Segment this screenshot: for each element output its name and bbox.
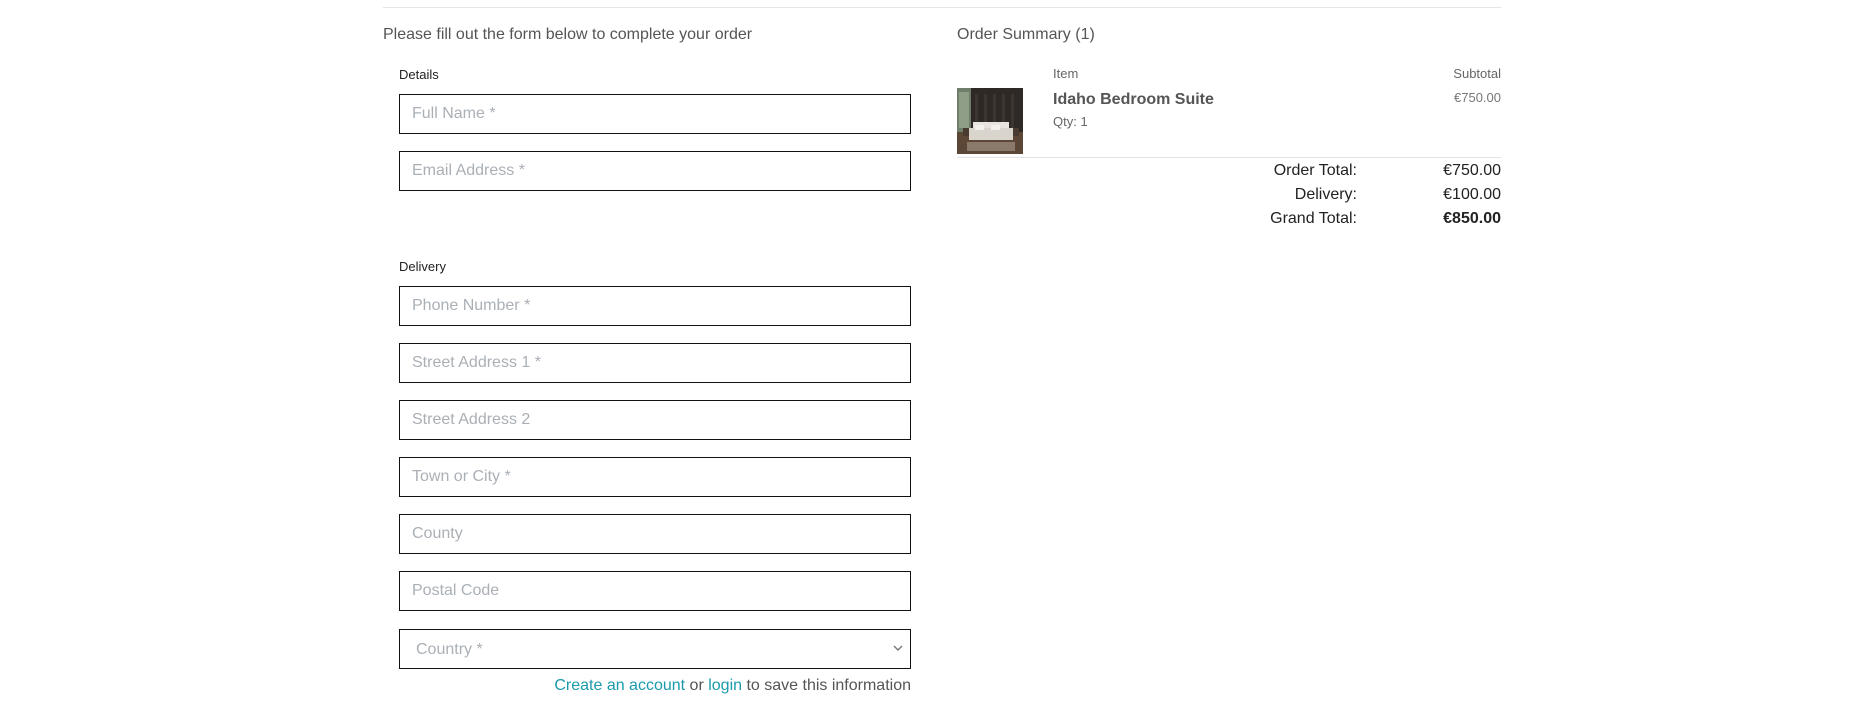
- product-thumbnail: [957, 88, 1023, 154]
- postal-code-input[interactable]: [399, 571, 911, 611]
- country-select-value: Country *: [416, 641, 483, 658]
- form-intro: Please fill out the form below to comple…: [383, 26, 753, 43]
- order-total-label: Order Total:: [1273, 162, 1357, 179]
- delivery-value: €100.00: [1443, 186, 1501, 203]
- street-address-2-input[interactable]: [399, 400, 911, 440]
- product-name: Idaho Bedroom Suite: [1053, 91, 1214, 108]
- full-name-input[interactable]: [399, 94, 911, 134]
- subtotal-column-header: Subtotal: [1453, 66, 1501, 81]
- email-input[interactable]: [399, 151, 911, 191]
- order-summary-title: Order Summary (1): [957, 26, 1095, 43]
- bedroom-photo-icon: [957, 88, 1023, 154]
- delivery-label: Delivery:: [1294, 186, 1357, 203]
- summary-divider: [957, 157, 1501, 158]
- top-divider: [383, 7, 1501, 8]
- phone-input[interactable]: [399, 286, 911, 326]
- product-subtotal: €750.00: [1454, 90, 1501, 105]
- order-total-value: €750.00: [1443, 162, 1501, 179]
- save-info-text: Create an account or login to save this …: [383, 677, 911, 695]
- county-input[interactable]: [399, 514, 911, 554]
- login-link[interactable]: login: [708, 677, 742, 694]
- item-column-header: Item: [1053, 66, 1079, 81]
- create-account-link[interactable]: Create an account: [554, 677, 685, 694]
- grand-total-label: Grand Total:: [1270, 210, 1357, 227]
- save-info-suffix: to save this information: [742, 677, 911, 694]
- save-info-or: or: [685, 677, 709, 694]
- street-address-1-input[interactable]: [399, 343, 911, 383]
- product-qty: Qty: 1: [1053, 114, 1088, 129]
- town-city-input[interactable]: [399, 457, 911, 497]
- details-legend: Details: [399, 67, 439, 82]
- delivery-legend: Delivery: [399, 259, 446, 274]
- country-select[interactable]: Country *: [399, 629, 911, 669]
- chevron-down-icon: [893, 645, 903, 651]
- grand-total-value: €850.00: [1443, 210, 1501, 227]
